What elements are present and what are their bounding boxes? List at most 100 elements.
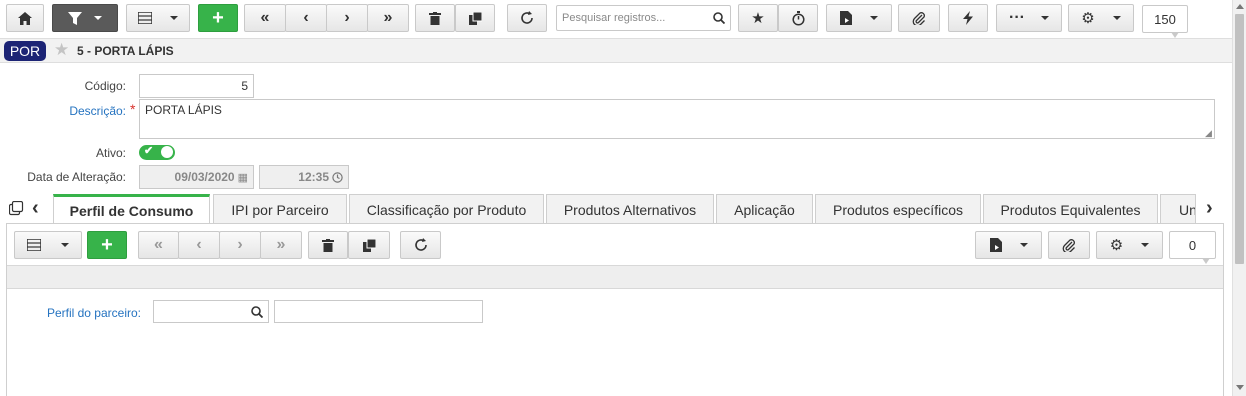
sub-delete-button[interactable] <box>308 231 348 259</box>
search-icon[interactable] <box>251 305 263 318</box>
sub-last-button[interactable]: » <box>260 231 302 259</box>
trash-icon <box>429 11 441 25</box>
sub-grid-view-button[interactable] <box>14 231 82 259</box>
add-button[interactable]: + <box>198 4 238 32</box>
sub-duplicate-button[interactable] <box>348 231 390 259</box>
sub-settings-button[interactable]: ⚙ <box>1096 231 1163 259</box>
tab-label: Un <box>1179 201 1196 218</box>
record-title-bar: POR ★ 5 - PORTA LÁPIS <box>0 38 1232 63</box>
page-size-input[interactable]: 150 <box>1142 5 1188 33</box>
actions-button[interactable] <box>948 4 988 32</box>
more-options-button[interactable]: ··· <box>996 4 1062 32</box>
previous-record-button[interactable]: ‹ <box>285 4 327 32</box>
data-alteracao-label: Data de Alteração: <box>27 170 126 184</box>
scroll-thumb[interactable] <box>1235 14 1244 264</box>
tab-classificacao-por-produto[interactable]: Classificação por Produto <box>349 194 544 224</box>
tabs-scroll-right-icon[interactable]: › <box>1206 197 1213 220</box>
tabs-scroll-left-icon[interactable]: ‹ <box>32 197 39 220</box>
entity-badge: POR <box>4 41 46 61</box>
last-record-button[interactable]: » <box>367 4 409 32</box>
grid-icon <box>27 239 41 251</box>
sub-record-count-value: 0 <box>1188 237 1197 253</box>
tab-label: Perfil de Consumo <box>69 203 194 219</box>
tab-label: Produtos específicos <box>833 201 963 218</box>
page-scrollbar[interactable] <box>1232 0 1246 396</box>
refresh-icon <box>414 238 427 251</box>
tab-label: Produtos Equivalentes <box>1000 201 1141 218</box>
favorite-button[interactable]: ★ <box>738 4 778 32</box>
delete-button[interactable] <box>415 4 455 32</box>
tab-ipi-por-parceiro[interactable]: IPI por Parceiro <box>213 194 347 224</box>
descricao-field[interactable]: PORTA LÁPIS <box>139 99 1215 139</box>
duplicate-button[interactable] <box>455 4 495 32</box>
trash-icon <box>322 238 334 252</box>
chevron-left-icon: ‹ <box>303 9 309 26</box>
sub-refresh-button[interactable] <box>400 231 441 259</box>
sub-add-button[interactable]: + <box>87 231 127 259</box>
hora-alteracao-value: 12:35 <box>298 170 329 184</box>
toggle-knob <box>161 146 173 158</box>
tab-unidades[interactable]: Un <box>1160 194 1196 224</box>
sub-record-count[interactable]: 0 <box>1169 231 1216 259</box>
scroll-up-icon[interactable] <box>1236 4 1244 9</box>
copy-window-icon[interactable] <box>9 201 24 216</box>
sub-attachments-button[interactable] <box>1048 231 1090 259</box>
chevron-right-icon: › <box>344 9 350 26</box>
sub-next-button[interactable]: › <box>219 231 261 259</box>
settings-button[interactable]: ⚙ <box>1068 4 1134 32</box>
search-placeholder: Pesquisar registros... <box>562 12 666 24</box>
first-record-button[interactable]: « <box>244 4 286 32</box>
hora-alteracao-field: 12:35 <box>259 165 349 189</box>
descricao-value: PORTA LÁPIS <box>145 103 222 117</box>
required-marker: * <box>130 101 136 117</box>
codigo-field[interactable]: 5 <box>139 74 254 98</box>
tab-perfil-de-consumo[interactable]: Perfil de Consumo <box>53 194 210 225</box>
attachments-button[interactable] <box>898 4 940 32</box>
tab-label: IPI por Parceiro <box>231 201 329 218</box>
codigo-value: 5 <box>241 79 248 93</box>
tab-produtos-especificos[interactable]: Produtos específicos <box>815 194 981 224</box>
reports-button[interactable] <box>826 4 892 32</box>
ativo-toggle[interactable]: ✔ <box>139 145 175 160</box>
sub-previous-button[interactable]: ‹ <box>178 231 220 259</box>
gear-icon: ⚙ <box>1109 237 1124 254</box>
refresh-button[interactable] <box>507 4 547 32</box>
sub-title-bar <box>7 265 1223 289</box>
home-button[interactable] <box>6 4 44 32</box>
copy-icon <box>362 238 376 252</box>
check-icon: ✔ <box>144 145 154 157</box>
page-size-value: 150 <box>1154 11 1176 27</box>
grid-icon <box>138 12 152 24</box>
data-alteracao-field: 09/03/2020 ▦ <box>139 165 254 189</box>
chevron-down-icon <box>1040 16 1049 20</box>
chevron-down-icon <box>1141 243 1150 247</box>
descricao-label: Descrição: <box>69 104 126 118</box>
search-input[interactable]: Pesquisar registros... <box>556 5 731 31</box>
filter-button[interactable] <box>52 4 118 32</box>
search-icon[interactable] <box>713 12 725 24</box>
resize-handle-icon[interactable]: ◢ <box>1205 128 1212 139</box>
perfil-parceiro-description-field <box>274 300 483 323</box>
tab-produtos-alternativos[interactable]: Produtos Alternativos <box>546 194 714 224</box>
chevron-down-icon <box>1019 243 1028 247</box>
perfil-parceiro-field[interactable] <box>153 300 269 323</box>
star-icon: ★ <box>751 10 765 27</box>
tab-label: Aplicação <box>734 201 795 218</box>
sub-reports-button[interactable] <box>975 231 1042 259</box>
next-record-button[interactable]: › <box>326 4 368 32</box>
tab-produtos-equivalentes[interactable]: Produtos Equivalentes <box>983 194 1158 224</box>
grid-view-button[interactable] <box>126 4 190 32</box>
scroll-down-icon[interactable] <box>1236 385 1244 390</box>
timer-button[interactable] <box>778 4 818 32</box>
stopwatch-icon <box>791 10 805 26</box>
double-chevron-right-icon: » <box>383 9 393 26</box>
gear-icon: ⚙ <box>1081 10 1095 27</box>
favorite-star-icon[interactable]: ★ <box>54 40 69 60</box>
calendar-icon: ▦ <box>237 171 248 184</box>
copy-icon <box>468 11 482 25</box>
refresh-icon <box>521 11 533 24</box>
filter-icon <box>68 11 82 25</box>
tab-aplicacao[interactable]: Aplicação <box>716 194 813 224</box>
document-icon <box>989 238 1002 252</box>
sub-first-button[interactable]: « <box>138 231 179 259</box>
